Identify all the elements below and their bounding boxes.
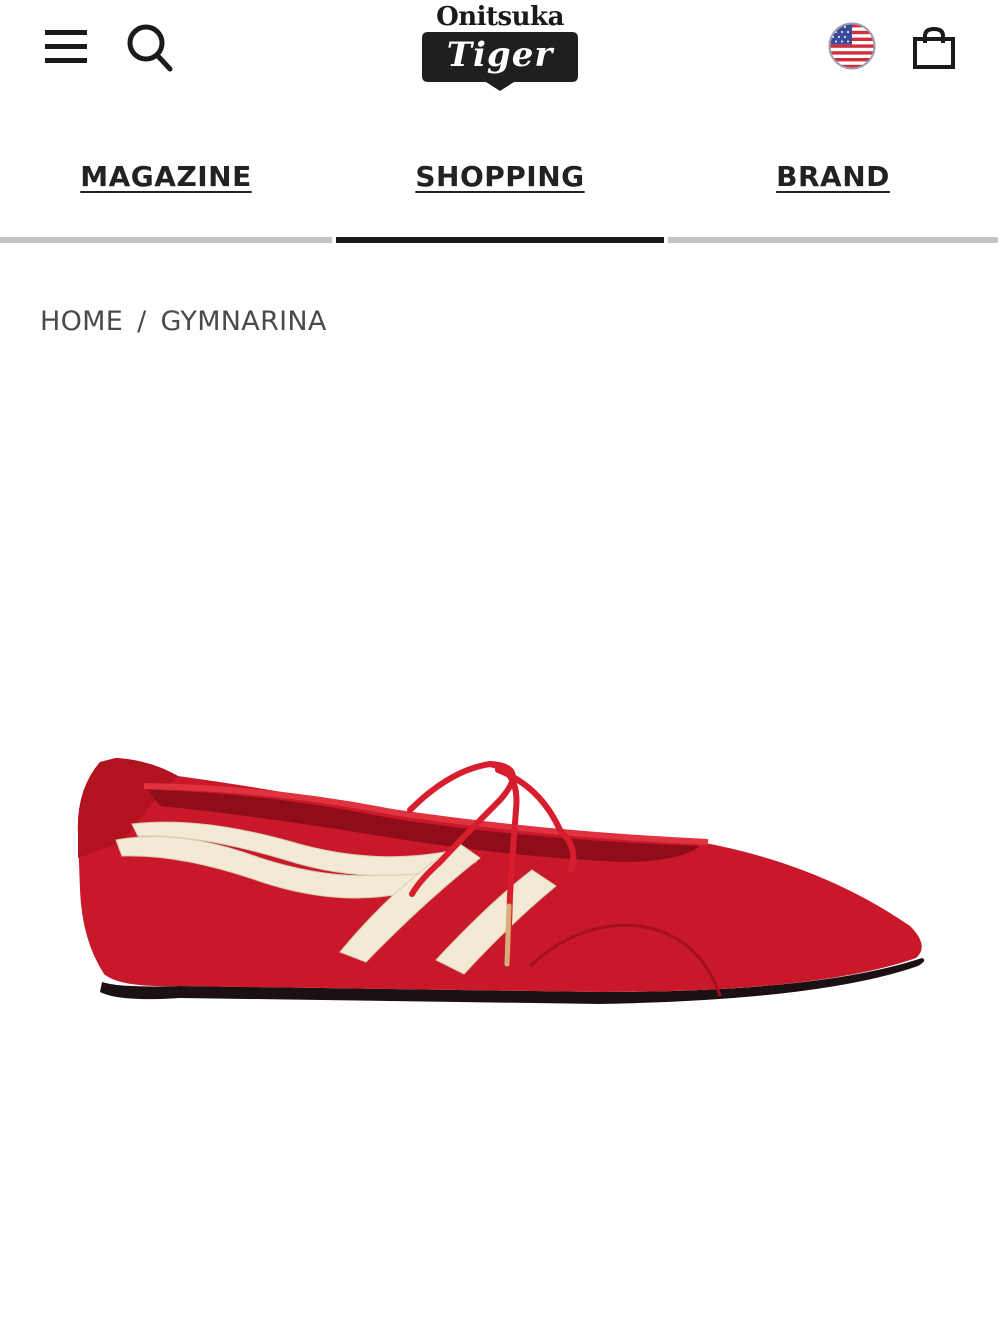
breadcrumb-current: GYMNARINA [160,306,327,337]
tab-magazine-label: MAGAZINE [80,160,252,193]
logo-wordmark-bottom: Tiger [446,35,554,75]
breadcrumb: HOME / GYMNARINA [40,306,327,337]
logo-wordmark-top: Onitsuka [436,2,564,32]
tab-shopping-indicator [336,237,664,243]
region-selector-button[interactable] [826,20,878,72]
tab-shopping-label: SHOPPING [415,160,585,193]
main-navigation: MAGAZINE SHOPPING BRAND [0,140,1000,250]
breadcrumb-separator: / [137,306,147,337]
tab-brand-indicator [668,237,998,243]
product-image[interactable] [60,730,940,1040]
cart-button[interactable] [906,20,962,76]
tab-brand-label: BRAND [776,160,890,193]
breadcrumb-home-link[interactable]: HOME [40,306,123,337]
tab-magazine-indicator [0,237,332,243]
search-icon [127,24,173,72]
shoe-lace-aglet [504,903,512,967]
search-button[interactable] [122,20,178,76]
tab-shopping[interactable]: SHOPPING [336,140,664,244]
us-flag-icon [828,22,876,70]
shopping-bag-icon [913,26,955,69]
brand-logo[interactable]: Onitsuka Tiger [420,2,580,94]
tab-brand[interactable]: BRAND [668,140,998,244]
menu-button[interactable] [40,20,92,72]
site-header: Onitsuka Tiger [0,0,1000,100]
hamburger-menu-icon [45,30,87,63]
tab-magazine[interactable]: MAGAZINE [0,140,332,244]
